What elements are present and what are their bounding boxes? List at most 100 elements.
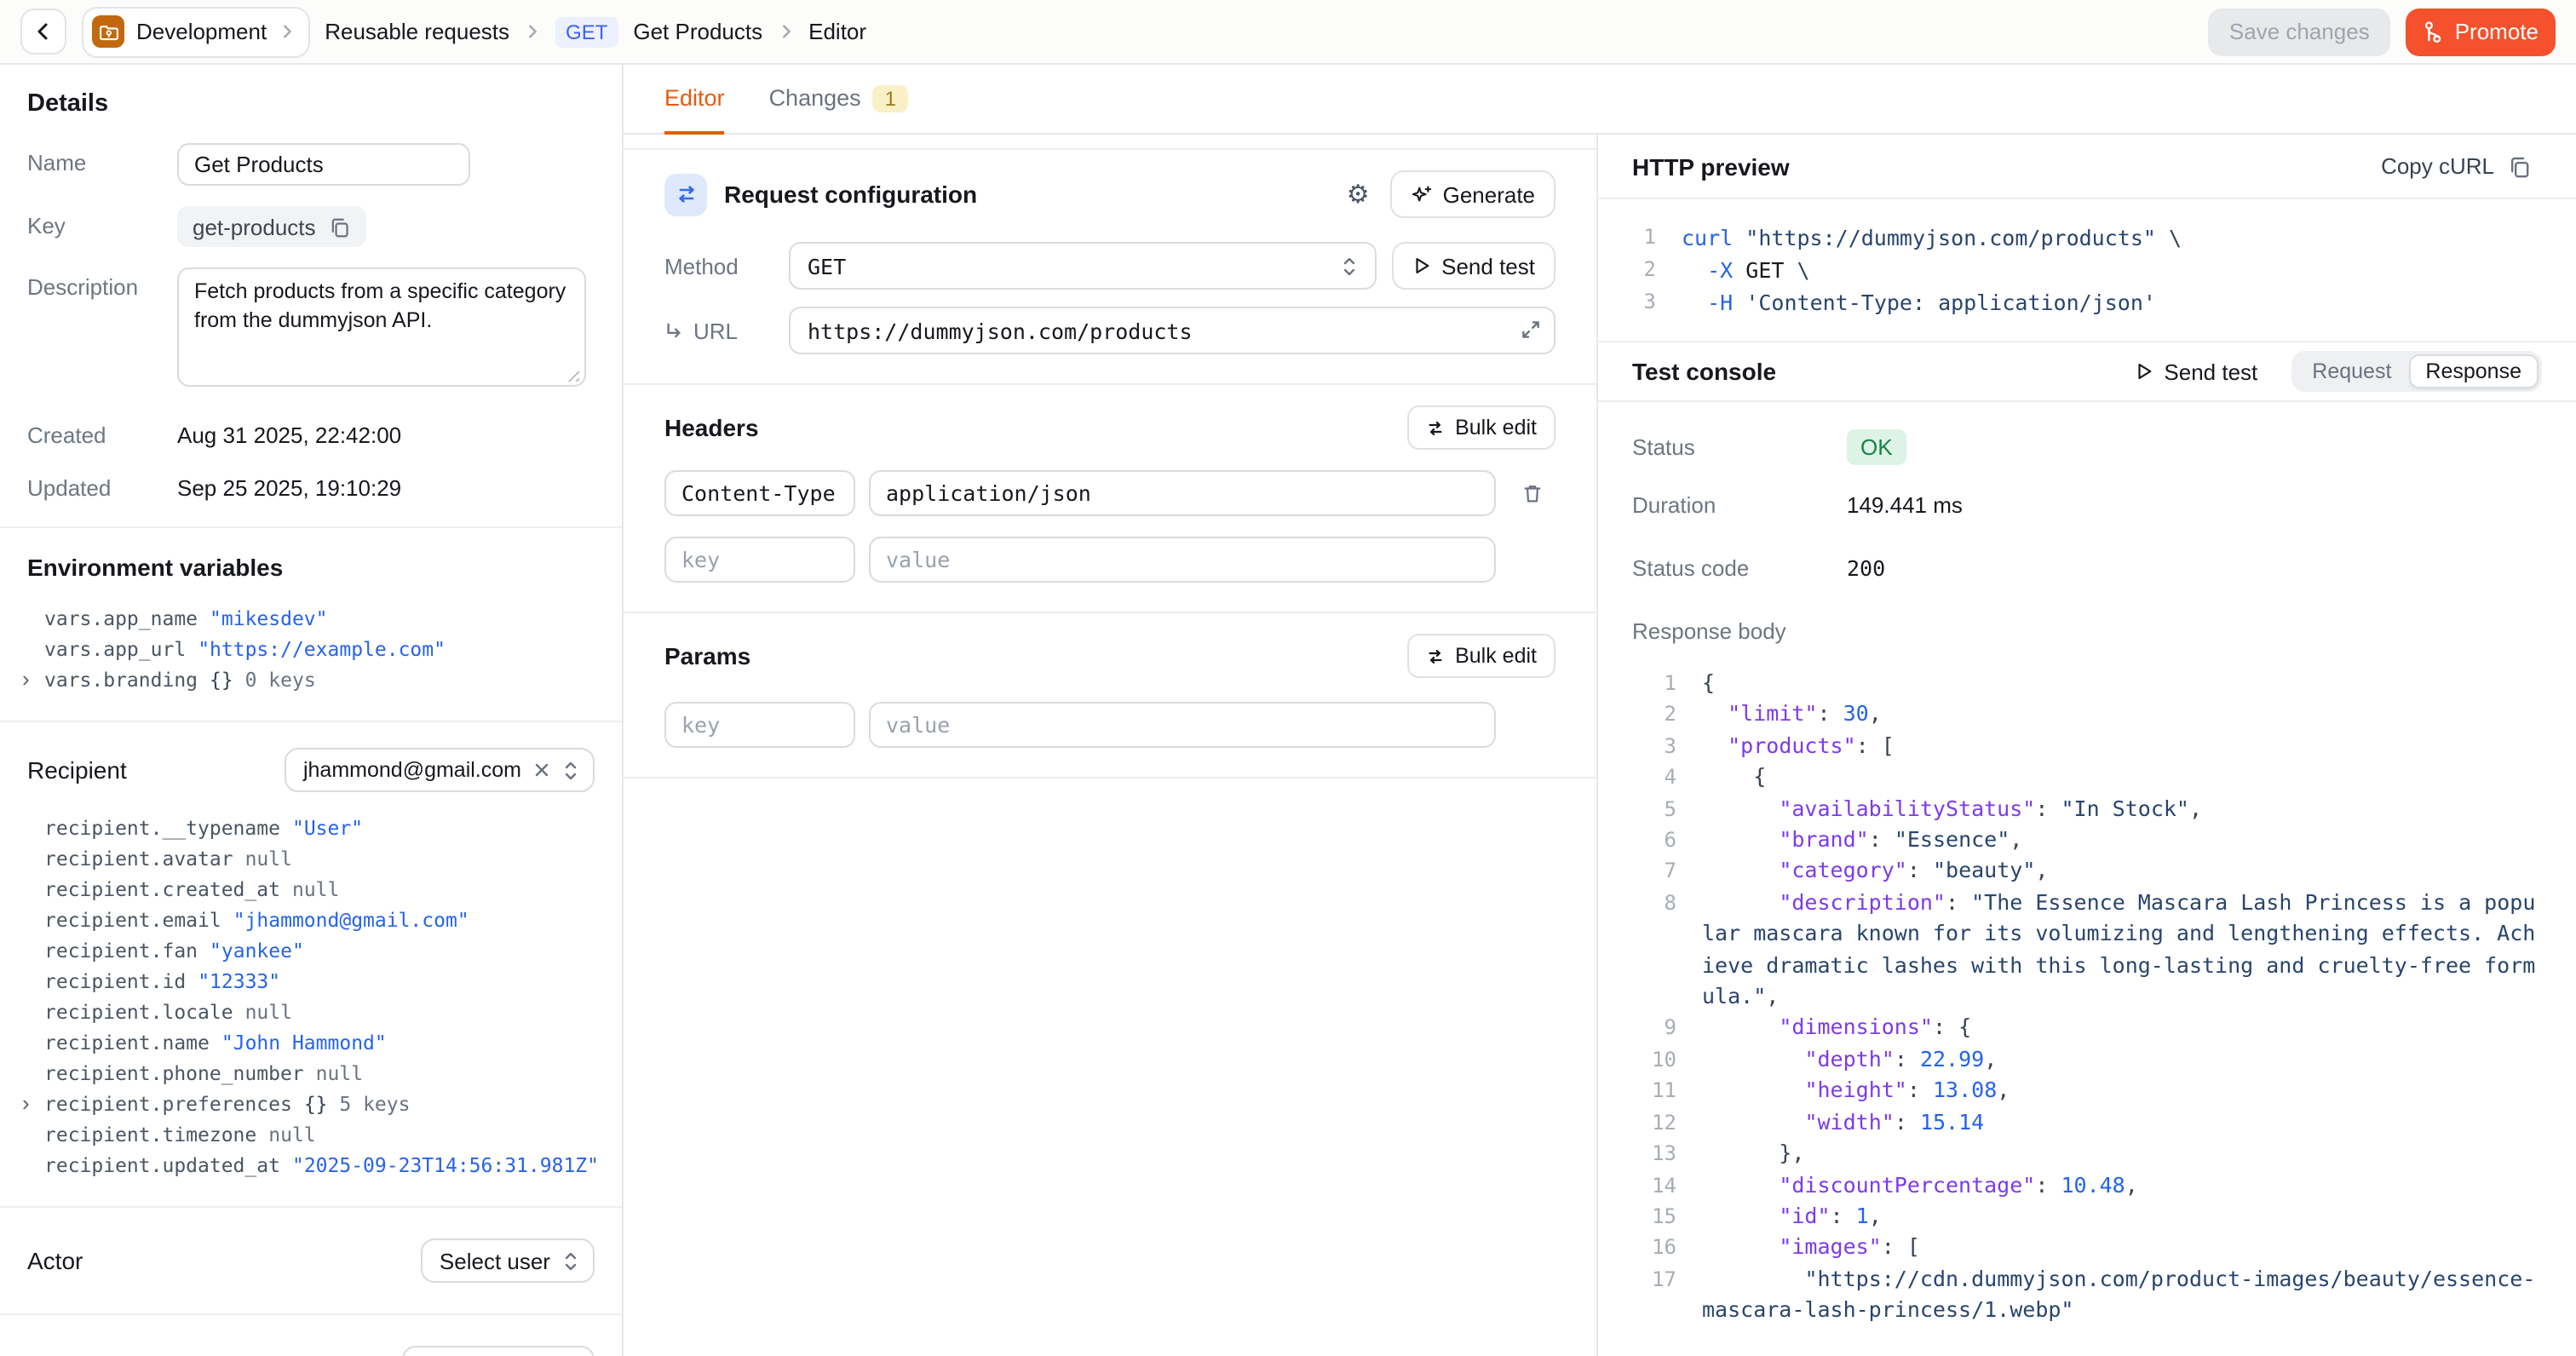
code-line: 9 "dimensions": { xyxy=(1632,1013,2542,1044)
method-select[interactable]: GET xyxy=(789,242,1377,290)
response-body-json: 1{2 "limit": 30,3 "products": [4 {5 "ava… xyxy=(1598,658,2576,1356)
breadcrumb-request-name[interactable]: Get Products xyxy=(633,19,762,44)
code-line: 7 "category": "beauty", xyxy=(1632,856,2542,888)
code-line: 17 "https://cdn.dummyjson.com/product-im… xyxy=(1632,1263,2542,1326)
tenant-select[interactable]: Select tenant xyxy=(402,1346,595,1356)
variable-key: vars.app_url xyxy=(44,637,186,661)
generate-button[interactable]: Generate xyxy=(1390,170,1555,218)
editor-panels: Request configuration ⚙ Generate Method xyxy=(624,135,2576,1356)
description-textarea[interactable]: Fetch products from a specific category … xyxy=(177,267,586,387)
back-button[interactable] xyxy=(20,9,66,55)
code-content: "category": "beauty", xyxy=(1702,856,2542,888)
sparkles-icon xyxy=(1411,183,1433,205)
params-section: Params Bulk edit xyxy=(624,612,1596,779)
header-value-input[interactable] xyxy=(869,470,1496,516)
tab-changes[interactable]: Changes 1 xyxy=(769,65,908,135)
corner-down-right-icon xyxy=(664,321,683,340)
header-row xyxy=(664,470,1555,516)
description-row: Description Fetch products from a specif… xyxy=(27,267,595,392)
variable-row: vars.app_url"https://example.com" xyxy=(27,634,595,664)
code-content: "images": [ xyxy=(1702,1232,2542,1264)
param-row-empty xyxy=(664,702,1555,748)
name-input[interactable] xyxy=(177,143,470,186)
chevron-up-down-icon xyxy=(1341,255,1358,277)
line-number: 9 xyxy=(1632,1013,1676,1044)
key-row: Key get-products xyxy=(27,206,595,247)
header-key-input[interactable] xyxy=(664,537,855,583)
toggle-response[interactable]: Response xyxy=(2408,354,2539,388)
param-value-input[interactable] xyxy=(869,702,1496,748)
settings-button[interactable]: ⚙ xyxy=(1343,178,1373,210)
recipient-select[interactable]: jhammond@gmail.com xyxy=(285,748,595,792)
headers-bulk-edit-label: Bulk edit xyxy=(1455,416,1537,440)
code-line: 6 "brand": "Essence", xyxy=(1632,825,2542,856)
code-line: 12 "width": 15.14 xyxy=(1632,1106,2542,1138)
gear-icon: ⚙ xyxy=(1347,181,1370,207)
duration-label: Duration xyxy=(1632,492,1847,518)
header-value-input[interactable] xyxy=(869,537,1496,583)
param-key-input[interactable] xyxy=(664,702,855,748)
description-label: Description xyxy=(27,267,177,392)
generate-label: Generate xyxy=(1443,181,1535,207)
breadcrumb-project[interactable]: Development xyxy=(82,6,309,57)
actor-select-value: Select user xyxy=(440,1248,550,1273)
play-icon xyxy=(1412,256,1431,276)
play-icon xyxy=(2135,361,2153,382)
variable-key: recipient.__typename xyxy=(44,816,280,840)
response-body-row: Response body xyxy=(1632,618,2542,644)
params-bulk-edit-button[interactable]: Bulk edit xyxy=(1407,634,1555,678)
clear-icon[interactable] xyxy=(533,761,550,779)
header-key-input[interactable] xyxy=(664,470,855,516)
promote-button[interactable]: Promote xyxy=(2406,8,2556,55)
actor-select[interactable]: Select user xyxy=(421,1238,595,1283)
details-sidebar: Details Name Key get-products Descriptio… xyxy=(0,65,624,1356)
chevron-right-icon xyxy=(525,24,540,39)
test-console-title: Test console xyxy=(1632,358,2101,385)
tab-editor[interactable]: Editor xyxy=(664,65,725,135)
line-number: 2 xyxy=(1598,254,1656,286)
send-test-button[interactable]: Send test xyxy=(1392,242,1555,290)
variable-value: null xyxy=(268,1123,315,1146)
url-label: URL xyxy=(664,318,773,343)
url-input[interactable] xyxy=(789,307,1555,354)
code-line: 1curl "https://dummyjson.com/products" \ xyxy=(1598,221,2542,254)
headers-bulk-edit-button[interactable]: Bulk edit xyxy=(1407,405,1555,450)
key-pill: get-products xyxy=(177,206,367,247)
line-number: 3 xyxy=(1632,731,1676,762)
environment-variables-title: Environment variables xyxy=(27,554,595,581)
recipient-header: Recipient jhammond@gmail.com xyxy=(27,748,595,792)
expand-icon[interactable] xyxy=(1520,319,1542,346)
code-content: -H 'Content-Type: application/json' xyxy=(1682,286,2542,319)
http-preview-panel: HTTP preview Copy cURL 1curl "https://du… xyxy=(1598,135,2576,1356)
duration-value: 149.441 ms xyxy=(1847,492,1963,518)
code-line: 4 { xyxy=(1632,761,2542,793)
request-configuration-section: Request configuration ⚙ Generate Method xyxy=(624,148,1596,383)
line-number: 17 xyxy=(1632,1263,1676,1295)
breadcrumb-requests[interactable]: Reusable requests xyxy=(325,19,509,44)
variable-key: vars.app_name xyxy=(44,606,198,630)
params-title: Params xyxy=(664,642,750,669)
code-content: "description": "The Essence Mascara Lash… xyxy=(1702,888,2542,1013)
save-changes-button[interactable]: Save changes xyxy=(2209,8,2390,55)
updated-value: Sep 25 2025, 19:10:29 xyxy=(177,468,401,501)
line-number: 11 xyxy=(1632,1076,1676,1107)
breadcrumb-project-label: Development xyxy=(136,19,267,44)
variable-key: recipient.timezone xyxy=(44,1123,256,1146)
line-number: 14 xyxy=(1632,1169,1676,1201)
toggle-request[interactable]: Request xyxy=(2295,354,2408,388)
variable-value: "2025-09-23T14:56:31.981Z" xyxy=(292,1153,599,1177)
code-line: 8 "description": "The Essence Mascara La… xyxy=(1632,888,2542,1013)
copy-icon[interactable] xyxy=(330,215,352,238)
chevron-left-icon xyxy=(34,22,53,41)
copy-curl-button[interactable]: Copy cURL xyxy=(2371,152,2542,181)
headers-section: Headers Bulk edit xyxy=(624,383,1596,612)
console-send-test-button[interactable]: Send test xyxy=(2125,357,2268,386)
trash-icon xyxy=(1521,481,1544,505)
expand-chevron-icon[interactable]: › xyxy=(22,1090,30,1116)
variable-row: recipient.phone_numbernull xyxy=(27,1058,595,1089)
expand-chevron-icon[interactable]: › xyxy=(22,666,30,692)
main-area: Editor Changes 1 Request configur xyxy=(624,65,2576,1356)
delete-header-button[interactable] xyxy=(1509,470,1555,516)
variable-value: null xyxy=(292,877,339,901)
actor-title: Actor xyxy=(27,1247,83,1274)
